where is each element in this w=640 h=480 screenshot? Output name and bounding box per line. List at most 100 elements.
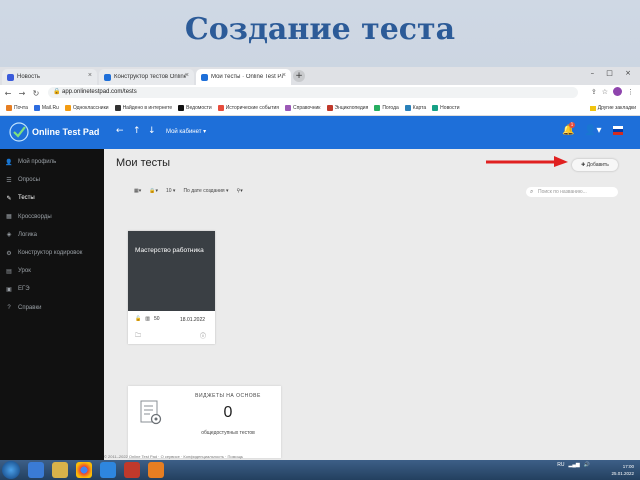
bookmark-item[interactable]: Одноклассники	[64, 105, 109, 111]
sidebar-item[interactable]: ▤ Урок	[0, 264, 104, 278]
bookmark-item[interactable]: Погода	[374, 105, 399, 111]
chrome-icon[interactable]	[76, 462, 92, 478]
bookmark-favicon-icon	[326, 105, 333, 111]
sidebar-item-icon: ⚙	[6, 250, 12, 257]
tab-favicon	[7, 73, 14, 81]
widget-title: ВИДЖЕТЫ НА ОСНОВЕ	[195, 393, 261, 399]
system-tray: RU ▂▄▆ 🔊	[557, 462, 590, 468]
sidebar-item[interactable]: ◈ Логика	[0, 228, 104, 242]
test-card-title[interactable]: Мастерство работника	[135, 245, 205, 256]
app-header: Online Test Pad ← ↑ ↓ Мой кабинет ▾ 🔔 1 …	[0, 116, 640, 149]
widget-subtitle: общедоступных тестов	[201, 430, 255, 436]
star-icon[interactable]: ☆	[602, 88, 608, 96]
tab-my-tests[interactable]: Мои тесты · Online Test Pad ×	[196, 69, 291, 85]
bookmark-item[interactable]: Новости	[432, 105, 460, 111]
search-input[interactable]: ⌕ Поиск по названию...	[526, 187, 618, 197]
bookmark-item[interactable]: Энциклопедия	[326, 105, 369, 111]
my-account-menu[interactable]: Мой кабинет ▾	[166, 128, 206, 135]
url-text: app.onlinetestpad.com/tests	[62, 89, 137, 95]
reload-icon[interactable]: ↻	[30, 89, 42, 98]
sidebar-item[interactable]: 👤 Мой профиль	[0, 155, 104, 169]
bookmark-item[interactable]: Найдено в интернете	[114, 105, 172, 111]
sidebar-item-icon: ▦	[6, 214, 12, 221]
language-indicator[interactable]: RU	[557, 462, 564, 468]
access-filter[interactable]: 🔒▾	[149, 188, 158, 194]
widgets-card[interactable]: ВИДЖЕТЫ НА ОСНОВЕ 0 общедоступных тестов	[128, 386, 281, 458]
bookmark-label: Новости	[440, 105, 460, 111]
filter-select[interactable]: ⚲▾	[237, 188, 243, 194]
test-card-date: 18.01.2022	[180, 317, 206, 323]
menu-icon[interactable]: ⋮	[627, 88, 634, 96]
bookmark-item[interactable]: Ведомости	[178, 105, 212, 111]
bookmark-item[interactable]: Справочник	[285, 105, 321, 111]
page-size-select[interactable]: 10 ▾	[166, 188, 175, 194]
bookmark-item[interactable]: Mail.Ru	[33, 105, 59, 111]
user-icon[interactable]: 👤▾	[584, 125, 601, 136]
profile-avatar[interactable]	[613, 87, 622, 96]
clock[interactable]: 17:00 25.01.2022	[611, 463, 634, 477]
sidebar-item[interactable]: ✎ Тесты	[0, 191, 104, 205]
bookmark-favicon-icon	[114, 105, 121, 111]
url-bar[interactable]: 🔒 app.onlinetestpad.com/tests	[48, 87, 578, 98]
bookmark-favicon-icon	[33, 105, 40, 111]
back-arrow-icon[interactable]: ←	[116, 126, 124, 136]
close-icon[interactable]: ×	[185, 72, 189, 79]
share-icon[interactable]: ⇪	[591, 88, 597, 96]
close-icon[interactable]: ×	[88, 72, 92, 79]
back-icon[interactable]: ←	[2, 89, 14, 98]
language-flag-icon[interactable]	[613, 126, 623, 135]
add-button[interactable]: ✚ Добавить	[572, 159, 618, 171]
red-arrow-annotation	[486, 156, 568, 167]
other-bookmarks[interactable]: Другие закладки	[589, 105, 636, 111]
bookmark-favicon-icon	[404, 105, 411, 111]
view-toggle[interactable]: ▦▾	[134, 188, 141, 194]
network-icon[interactable]: ▂▄▆	[569, 462, 580, 468]
bookmark-item[interactable]: Исторические события	[217, 105, 279, 111]
window-controls[interactable]: – □ ×	[591, 69, 636, 77]
word-icon[interactable]	[100, 462, 116, 478]
forward-icon[interactable]: →	[16, 89, 28, 98]
sidebar-item[interactable]: ⚙ Конструктор кодировок	[0, 246, 104, 260]
search-placeholder: Поиск по названию...	[538, 189, 587, 195]
bookmarks-bar: Почта Mail.Ru Одноклассники Найдено в интер…	[0, 101, 640, 116]
explorer-icon[interactable]	[52, 462, 68, 478]
unlock-icon: 🔓	[135, 316, 142, 322]
sidebar-item-icon: ✎	[6, 195, 12, 202]
sidebar-item-label: Логика	[18, 231, 37, 238]
folder-icon[interactable]: 🗀	[135, 331, 141, 341]
test-card-cover[interactable]: Мастерство работника	[128, 231, 215, 311]
tab-news[interactable]: Новость ×	[2, 69, 97, 85]
logo-icon	[9, 122, 29, 142]
start-button[interactable]	[2, 461, 20, 479]
sidebar-item[interactable]: ? Справки	[0, 301, 104, 315]
bookmark-item[interactable]: Почта	[6, 105, 28, 111]
new-tab-button[interactable]: +	[293, 70, 305, 82]
bookmark-item[interactable]: Карта	[404, 105, 427, 111]
slide-title: Создание теста	[184, 12, 456, 47]
tab-favicon	[201, 73, 208, 81]
download-icon[interactable]: ↓	[148, 126, 156, 136]
upload-icon[interactable]: ↑	[133, 126, 141, 136]
logo-text[interactable]: Online Test Pad	[32, 127, 99, 137]
close-icon[interactable]: ×	[282, 72, 286, 79]
ie-icon[interactable]	[28, 462, 44, 478]
lock-icon: 🔒	[53, 89, 61, 95]
powerpoint-icon[interactable]	[148, 462, 164, 478]
bookmark-favicon-icon	[285, 105, 291, 111]
filezilla-icon[interactable]	[124, 462, 140, 478]
bookmark-label: Энциклопедия	[334, 105, 369, 111]
bookmark-label: Карта	[412, 105, 427, 111]
notification-badge: 1	[569, 122, 575, 128]
tab-constructor[interactable]: Конструктор тестов Online Test Pad ×	[99, 69, 194, 85]
volume-icon[interactable]: 🔊	[584, 462, 590, 468]
sidebar-item[interactable]: ☰ Опросы	[0, 173, 104, 187]
test-card-meta: 🔓 ▥ 50	[135, 316, 160, 322]
bookmark-favicon-icon	[6, 105, 12, 111]
bookmark-favicon-icon	[64, 105, 71, 111]
sidebar-item[interactable]: ▣ ЕГЭ	[0, 282, 104, 296]
info-icon[interactable]: ⓘ	[200, 331, 206, 340]
test-card[interactable]: Мастерство работника 🔓 ▥ 50 18.01.2022 🗀…	[128, 231, 215, 344]
sidebar: 👤 Мой профиль ☰ Опросы ✎ Тесты ▦ Кроссворды ◈ Лог…	[0, 149, 104, 460]
sidebar-item[interactable]: ▦ Кроссворды	[0, 210, 104, 224]
sort-select[interactable]: По дате создания ▾	[183, 188, 228, 194]
